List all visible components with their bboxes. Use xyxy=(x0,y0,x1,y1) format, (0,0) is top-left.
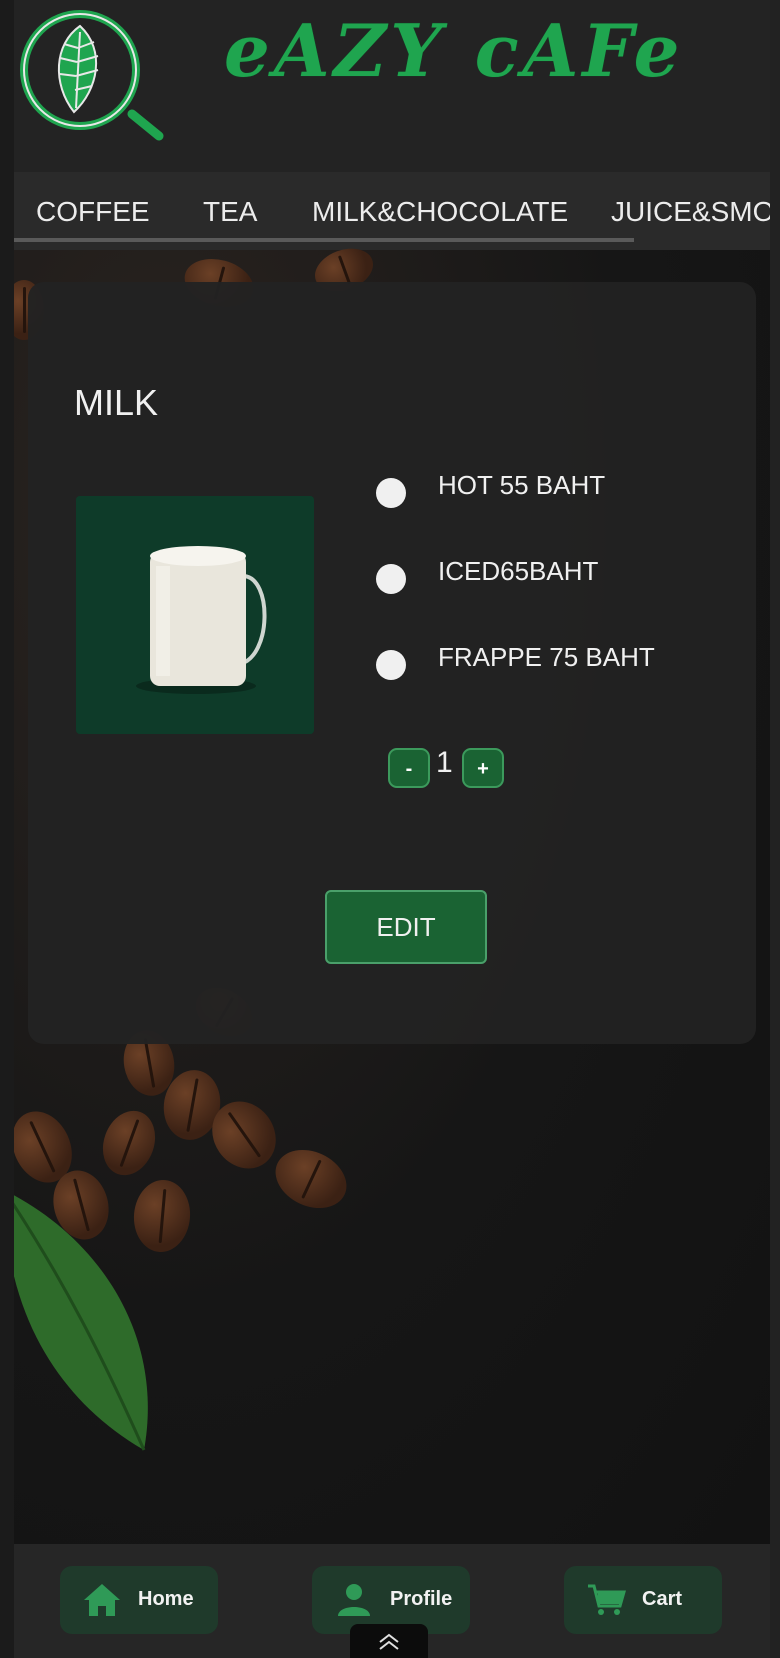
edit-button[interactable]: EDIT xyxy=(325,890,487,964)
coffee-bean xyxy=(266,1138,356,1220)
radio-frappe[interactable] xyxy=(376,650,406,680)
option-frappe-label: FRAPPE 75 BAHT xyxy=(438,642,655,672)
nav-home-button[interactable]: Home xyxy=(60,1566,218,1634)
profile-icon xyxy=(338,1584,370,1616)
coffee-bean xyxy=(94,1103,164,1183)
brand-title: eAZY cAFe xyxy=(224,8,684,93)
option-iced-label: ICED65BAHT xyxy=(438,556,599,586)
nav-cart-button[interactable]: Cart xyxy=(564,1566,722,1634)
radio-iced[interactable] xyxy=(376,564,406,594)
bottom-nav: Home Profile Cart xyxy=(14,1544,770,1658)
chevron-double-up-icon xyxy=(379,1633,399,1650)
scroll-to-top-button[interactable] xyxy=(350,1624,428,1658)
product-title: MILK xyxy=(74,382,159,423)
radio-hot[interactable] xyxy=(376,478,406,508)
quantity-decrement-button[interactable]: - xyxy=(388,748,430,788)
product-card: MILK HOT 55 BAHT ICED65BAHT FRAPPE 75 BA… xyxy=(28,282,756,1044)
right-edge xyxy=(770,0,780,1658)
tab-coffee[interactable]: COFFEE xyxy=(36,196,150,228)
quantity-value: 1 xyxy=(436,746,453,779)
tab-juice-smoothie[interactable]: JUICE&SMOOTHIE xyxy=(611,196,770,228)
home-icon xyxy=(84,1584,120,1616)
header: eAZY cAFe xyxy=(14,0,770,172)
nav-home-label: Home xyxy=(138,1588,194,1610)
cart-icon xyxy=(588,1584,626,1615)
nav-cart-label: Cart xyxy=(642,1588,683,1610)
nav-profile-label: Profile xyxy=(390,1588,453,1610)
option-hot-label: HOT 55 BAHT xyxy=(438,470,606,500)
milk-mug-image xyxy=(76,496,314,734)
product-image xyxy=(76,496,314,734)
cafe-logo xyxy=(20,10,164,141)
leaf-decoration xyxy=(14,1195,148,1451)
tab-tea[interactable]: TEA xyxy=(203,196,257,228)
active-tab-indicator xyxy=(14,238,634,242)
app-frame: eAZY cAFe COFFEE TEA MILK&CHOCOLATE JUIC… xyxy=(14,0,770,1658)
tab-milk-chocolate[interactable]: MILK&CHOCOLATE xyxy=(312,196,568,228)
quantity-increment-button[interactable]: + xyxy=(462,748,504,788)
